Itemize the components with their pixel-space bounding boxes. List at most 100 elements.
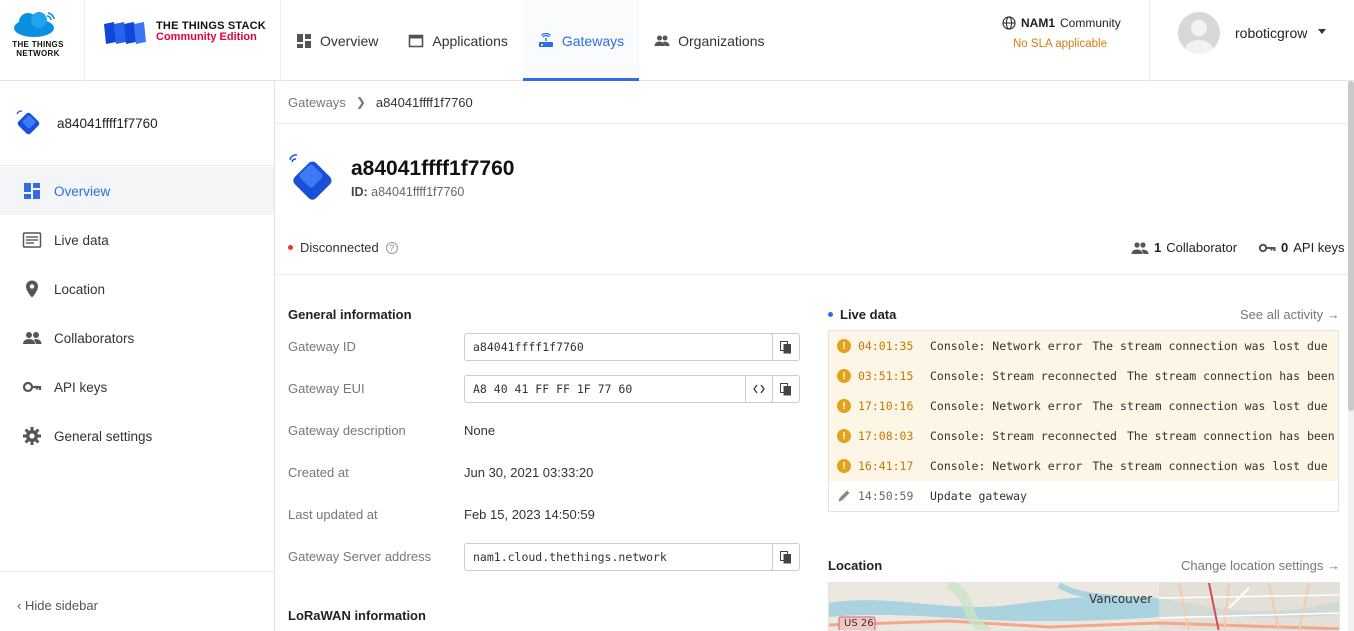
live-data-title: Live data (840, 307, 897, 322)
lorawan-information-heading: LoRaWAN information (288, 608, 426, 623)
sidebar-item-label: Collaborators (54, 330, 135, 346)
live-data-heading: Live data (828, 307, 896, 322)
breadcrumb-gateways[interactable]: Gateways (288, 95, 346, 110)
copy-button[interactable] (772, 544, 799, 570)
event-message: Console: Stream reconnected (930, 369, 1117, 383)
user-menu[interactable]: roboticgrow (1150, 0, 1354, 81)
window-icon (409, 34, 424, 47)
change-location-settings-link[interactable]: Change location settings → (1181, 558, 1340, 573)
router-icon (538, 32, 553, 47)
gateway-description-value: None (464, 423, 496, 438)
cluster-line: NAM1 Community (1002, 16, 1121, 30)
scrollbar-thumb[interactable] (1348, 81, 1354, 411)
event-row[interactable]: ! 17:10:16 Console: Network error The st… (829, 391, 1338, 421)
nav-applications[interactable]: Applications (393, 0, 523, 81)
sidebar-item-overview[interactable]: Overview (0, 167, 274, 215)
event-row[interactable]: ! 03:51:15 Console: Stream reconnected T… (829, 361, 1338, 391)
sidebar-header: a84041ffff1f7760 (0, 81, 274, 166)
gateway-eui-value[interactable]: A8 40 41 FF FF 1F 77 60 (465, 382, 745, 396)
nav-overview[interactable]: Overview (281, 0, 393, 81)
tts-logo-edition: Community Edition (156, 31, 257, 43)
event-message: Console: Network error (930, 459, 1083, 473)
warning-icon: ! (837, 399, 851, 413)
copy-button[interactable] (772, 376, 799, 402)
sidebar: a84041ffff1f7760 Overview Live data Loca… (0, 81, 275, 631)
event-time: 14:50:59 (858, 489, 914, 503)
page-title: a84041ffff1f7760 (351, 157, 515, 180)
gateway-id-label: Gateway ID (288, 339, 356, 354)
sidebar-item-label: API keys (54, 379, 108, 395)
event-time: 03:51:15 (858, 369, 914, 383)
live-dot-icon (828, 312, 833, 317)
tts-logo[interactable]: THE THINGS STACK Community Edition (85, 0, 281, 81)
warning-icon: ! (837, 369, 851, 383)
api-keys-link[interactable]: 0 API keys (1258, 240, 1345, 255)
created-at-value: Jun 30, 2021 03:33:20 (464, 465, 594, 480)
caret-down-icon (1318, 29, 1326, 34)
nav-organizations[interactable]: Organizations (639, 0, 779, 81)
event-row[interactable]: ! 16:41:17 Console: Network error The st… (829, 451, 1338, 481)
event-time: 04:01:35 (858, 339, 914, 353)
dashboard-icon (24, 183, 40, 199)
sidebar-item-location[interactable]: Location (0, 265, 274, 313)
cloud-logo-icon (14, 12, 55, 37)
hide-sidebar-button[interactable]: ‹ Hide sidebar (17, 598, 98, 613)
pin-icon (26, 280, 38, 298)
collaborators-link[interactable]: 1 Collaborator (1131, 240, 1237, 255)
stack-cubes-icon (104, 22, 146, 44)
collaborator-label: Collaborator (1166, 240, 1238, 255)
help-icon[interactable]: ? (385, 241, 398, 254)
api-key-count: 0 (1281, 240, 1289, 255)
nav-gateways[interactable]: Gateways (522, 0, 640, 81)
list-icon (22, 232, 42, 248)
server-address-field: nam1.cloud.thethings.network (464, 543, 800, 571)
api-key-label: API keys (1293, 240, 1345, 255)
event-row[interactable]: ! 04:01:35 Console: Network error The st… (829, 331, 1338, 361)
event-description: The stream connection was lost due (1092, 339, 1328, 353)
status-row: Disconnected ? 1 Collaborator 0 API keys (275, 229, 1348, 275)
cluster-indicator[interactable]: NAM1 Community No SLA applicable (990, 0, 1150, 81)
copy-icon (780, 550, 791, 563)
username: roboticgrow (1235, 25, 1308, 41)
sidebar-item-collaborators[interactable]: Collaborators (0, 314, 274, 362)
breadcrumb: Gateways ❯ a84041ffff1f7760 (275, 81, 1348, 124)
gateway-description-label: Gateway description (288, 423, 406, 438)
copy-button[interactable] (772, 334, 799, 360)
gateway-eui-field: A8 40 41 FF FF 1F 77 60 (464, 375, 800, 403)
event-message: Update gateway (930, 489, 1027, 503)
see-all-activity-link[interactable]: See all activity → (1240, 307, 1340, 322)
sidebar-item-live-data[interactable]: Live data (0, 216, 274, 264)
map-city-label: Vancouver (1089, 592, 1153, 606)
event-row[interactable]: 14:50:59 Update gateway (829, 481, 1338, 511)
server-address-value[interactable]: nam1.cloud.thethings.network (465, 550, 772, 564)
sidebar-item-label: Overview (54, 183, 111, 199)
gateway-id-value[interactable]: a84041ffff1f7760 (465, 340, 772, 354)
gateway-id-field: a84041ffff1f7760 (464, 333, 800, 361)
grid-icon (297, 33, 311, 48)
event-row[interactable]: ! 17:08:03 Console: Stream reconnected T… (829, 421, 1338, 451)
cluster-name: NAM1 (1021, 16, 1056, 30)
event-message: Console: Network error (930, 399, 1083, 413)
id-value: a84041ffff1f7760 (371, 185, 465, 199)
general-information-heading: General information (288, 307, 412, 322)
page-scrollbar[interactable] (1348, 81, 1354, 631)
user-silhouette-icon (1184, 20, 1214, 54)
event-message: Console: Network error (930, 339, 1083, 353)
gateway-icon (289, 154, 332, 200)
avatar (1178, 12, 1220, 54)
ttn-logo[interactable]: THE THINGS NETWORK (0, 0, 85, 81)
toggle-format-button[interactable] (745, 376, 772, 402)
sidebar-item-api-keys[interactable]: API keys (0, 363, 274, 411)
map-road-label: US 26 (844, 618, 874, 629)
sidebar-item-general-settings[interactable]: General settings (0, 412, 274, 460)
cluster-tier: Community (1060, 16, 1121, 30)
connection-status: Disconnected ? (288, 240, 398, 255)
key-icon (1258, 243, 1276, 252)
nav-applications-label: Applications (432, 32, 508, 49)
location-map[interactable]: Vancouver US 26 (828, 582, 1340, 631)
ttn-logo-text: THE THINGS NETWORK (12, 40, 64, 58)
event-message: Console: Stream reconnected (930, 429, 1117, 443)
nav-organizations-label: Organizations (678, 32, 765, 49)
event-time: 17:10:16 (858, 399, 914, 413)
main-nav: Overview Applications Gateways Organizat… (281, 0, 780, 81)
